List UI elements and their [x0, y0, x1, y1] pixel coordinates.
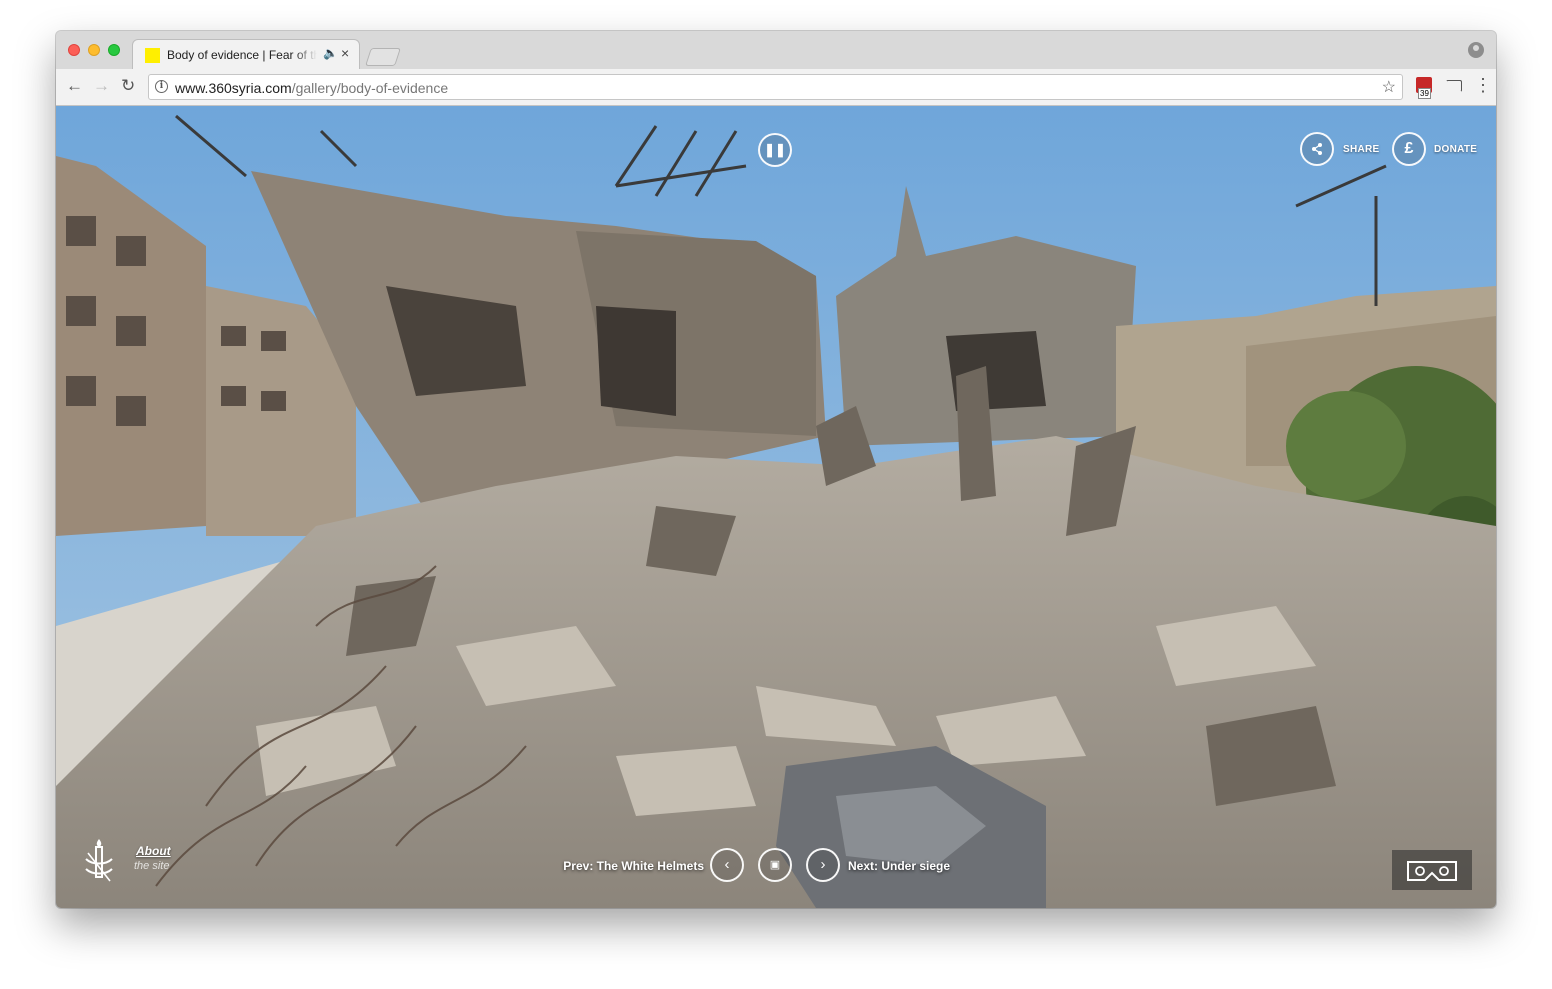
maximize-window-button[interactable] [108, 44, 120, 56]
tab-strip: Body of evidence | Fear of the Dark 🔈 × [56, 31, 1496, 69]
vr-headset-icon [1407, 861, 1457, 881]
pause-button[interactable]: ❚❚ [758, 133, 792, 167]
panorama-image [56, 106, 1496, 908]
info-icon[interactable]: i [155, 80, 168, 93]
next-scene-label[interactable]: Next: Under siege [848, 859, 950, 873]
forward-arrow-icon[interactable]: → [93, 77, 110, 95]
donate-label[interactable]: DONATE [1434, 144, 1477, 155]
next-button[interactable]: › [806, 848, 840, 882]
panorama-viewport[interactable]: ❚❚ SHARE £ DONATE About the site Prev: T… [56, 106, 1496, 908]
tab-title: Body of evidence | Fear of the Dark [167, 48, 317, 62]
back-arrow-icon[interactable]: ← [66, 77, 83, 95]
prev-button[interactable]: ‹ [710, 848, 744, 882]
extension-badge: 39 [1418, 88, 1431, 99]
close-window-button[interactable] [68, 44, 80, 56]
profile-icon[interactable] [1468, 42, 1484, 58]
bookmark-star-icon[interactable]: ☆ [1382, 77, 1396, 97]
url-path: /gallery/body-of-evidence [291, 80, 449, 96]
close-tab-icon[interactable]: × [341, 45, 349, 61]
donate-button[interactable]: £ [1392, 132, 1426, 166]
url-text[interactable]: www.360syria.com/gallery/body-of-evidenc… [175, 80, 448, 96]
share-label[interactable]: SHARE [1343, 144, 1380, 155]
url-domain: www.360syria.com [175, 80, 292, 96]
vr-mode-button[interactable] [1392, 850, 1472, 890]
minimize-window-button[interactable] [88, 44, 100, 56]
browser-menu-icon[interactable]: ⋮ [1474, 76, 1492, 94]
new-tab-button[interactable] [365, 48, 401, 66]
browser-tab[interactable]: Body of evidence | Fear of the Dark 🔈 × [132, 39, 360, 69]
browser-toolbar: ← → ↻ i www.360syria.com/gallery/body-of… [56, 69, 1496, 106]
about-subtitle[interactable]: the site [134, 860, 169, 872]
share-button[interactable] [1300, 132, 1334, 166]
share-icon [1312, 143, 1322, 155]
speaker-icon[interactable]: 🔈 [323, 46, 338, 60]
address-bar[interactable]: i www.360syria.com/gallery/body-of-evide… [148, 74, 1403, 100]
favicon-icon [145, 48, 160, 63]
cast-icon[interactable] [1446, 80, 1462, 92]
browser-window: Body of evidence | Fear of the Dark 🔈 × … [56, 31, 1496, 908]
amnesty-candle-logo-icon[interactable] [82, 837, 116, 883]
reload-icon[interactable]: ↻ [121, 77, 135, 95]
gallery-button[interactable]: ▣ [758, 848, 792, 882]
prev-scene-label[interactable]: Prev: The White Helmets [563, 859, 704, 873]
about-link[interactable]: About [136, 844, 171, 858]
